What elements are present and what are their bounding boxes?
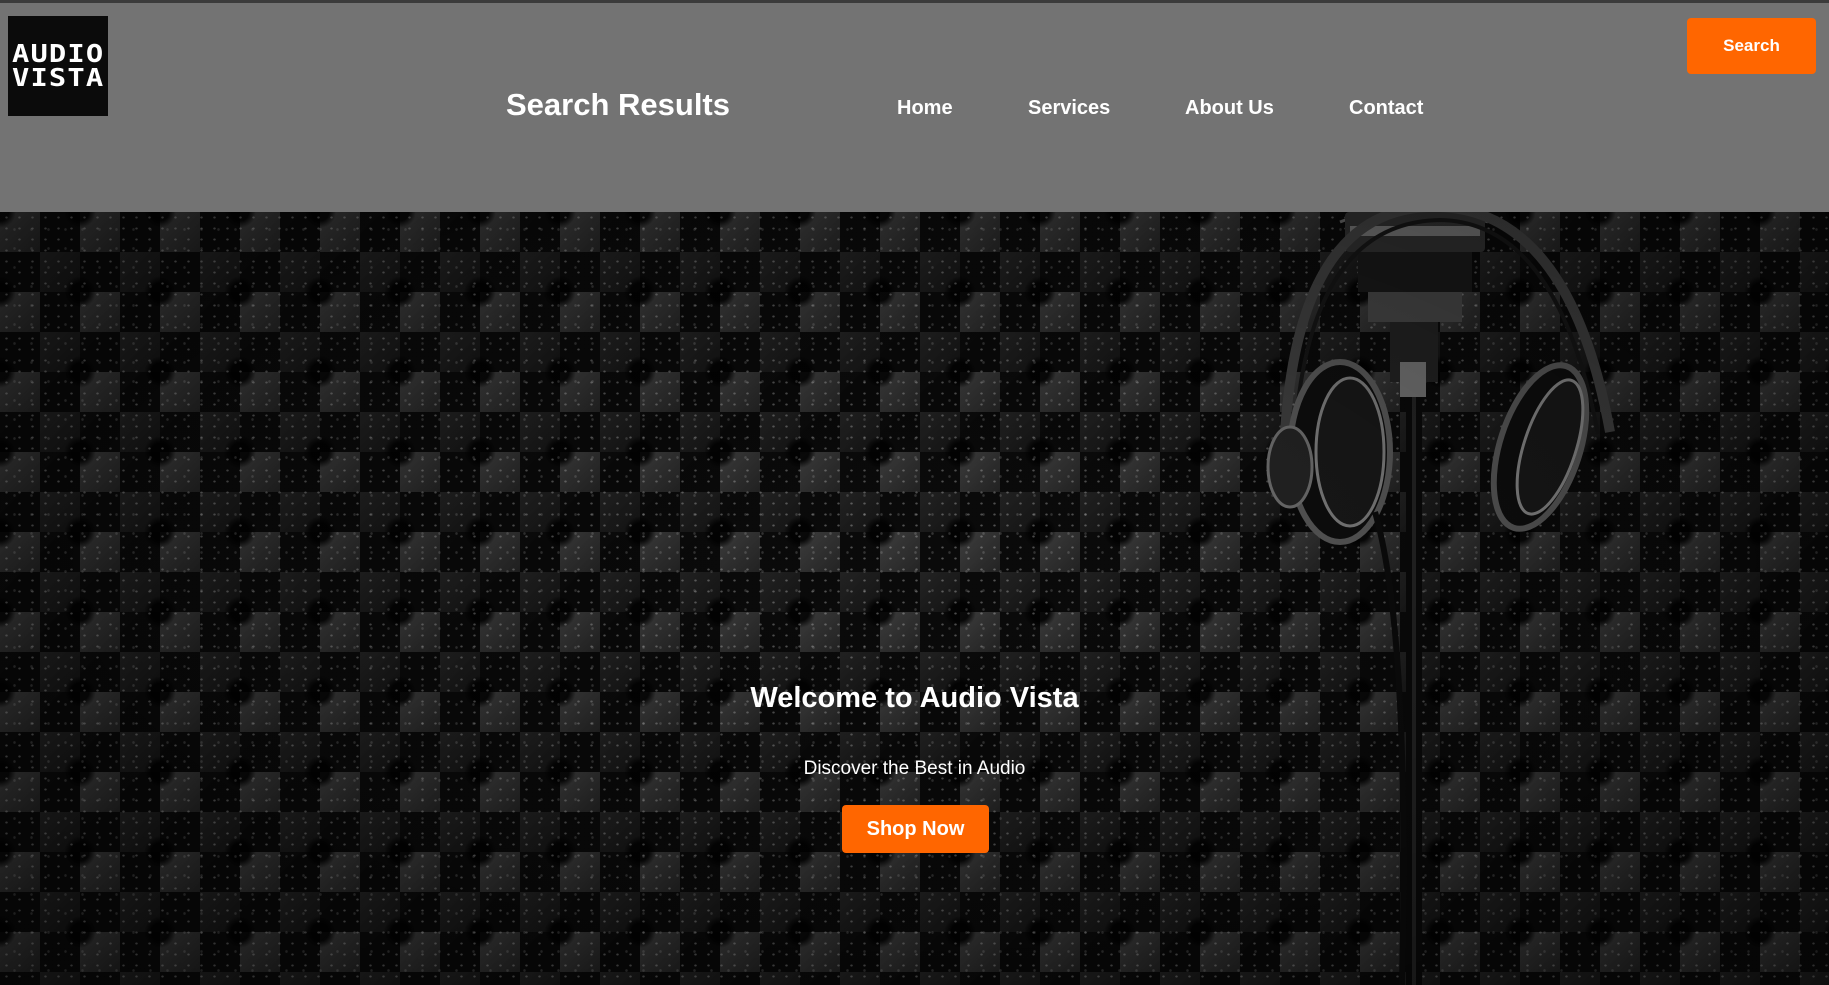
site-header: AUDIO VISTA Search Results Home Services… [0,3,1829,212]
logo-line-2: VISTA [11,63,105,92]
hero-heading: Welcome to Audio Vista [750,682,1079,714]
nav-home-link[interactable]: Home [897,97,953,120]
nav-about-link[interactable]: About Us [1185,97,1274,120]
search-button[interactable]: Search [1687,18,1816,74]
shop-now-button[interactable]: Shop Now [842,805,989,853]
nav-services-link[interactable]: Services [1028,97,1110,120]
hero-overlay [0,212,1829,985]
page: AUDIO VISTA Search Results Home Services… [0,0,1829,985]
audio-vista-logo[interactable]: AUDIO VISTA [8,16,108,116]
hero-section: Welcome to Audio Vista Discover the Best… [0,212,1829,985]
page-title: Search Results [506,87,730,122]
nav-contact-link[interactable]: Contact [1349,97,1423,120]
hero-subtitle: Discover the Best in Audio [803,758,1026,779]
